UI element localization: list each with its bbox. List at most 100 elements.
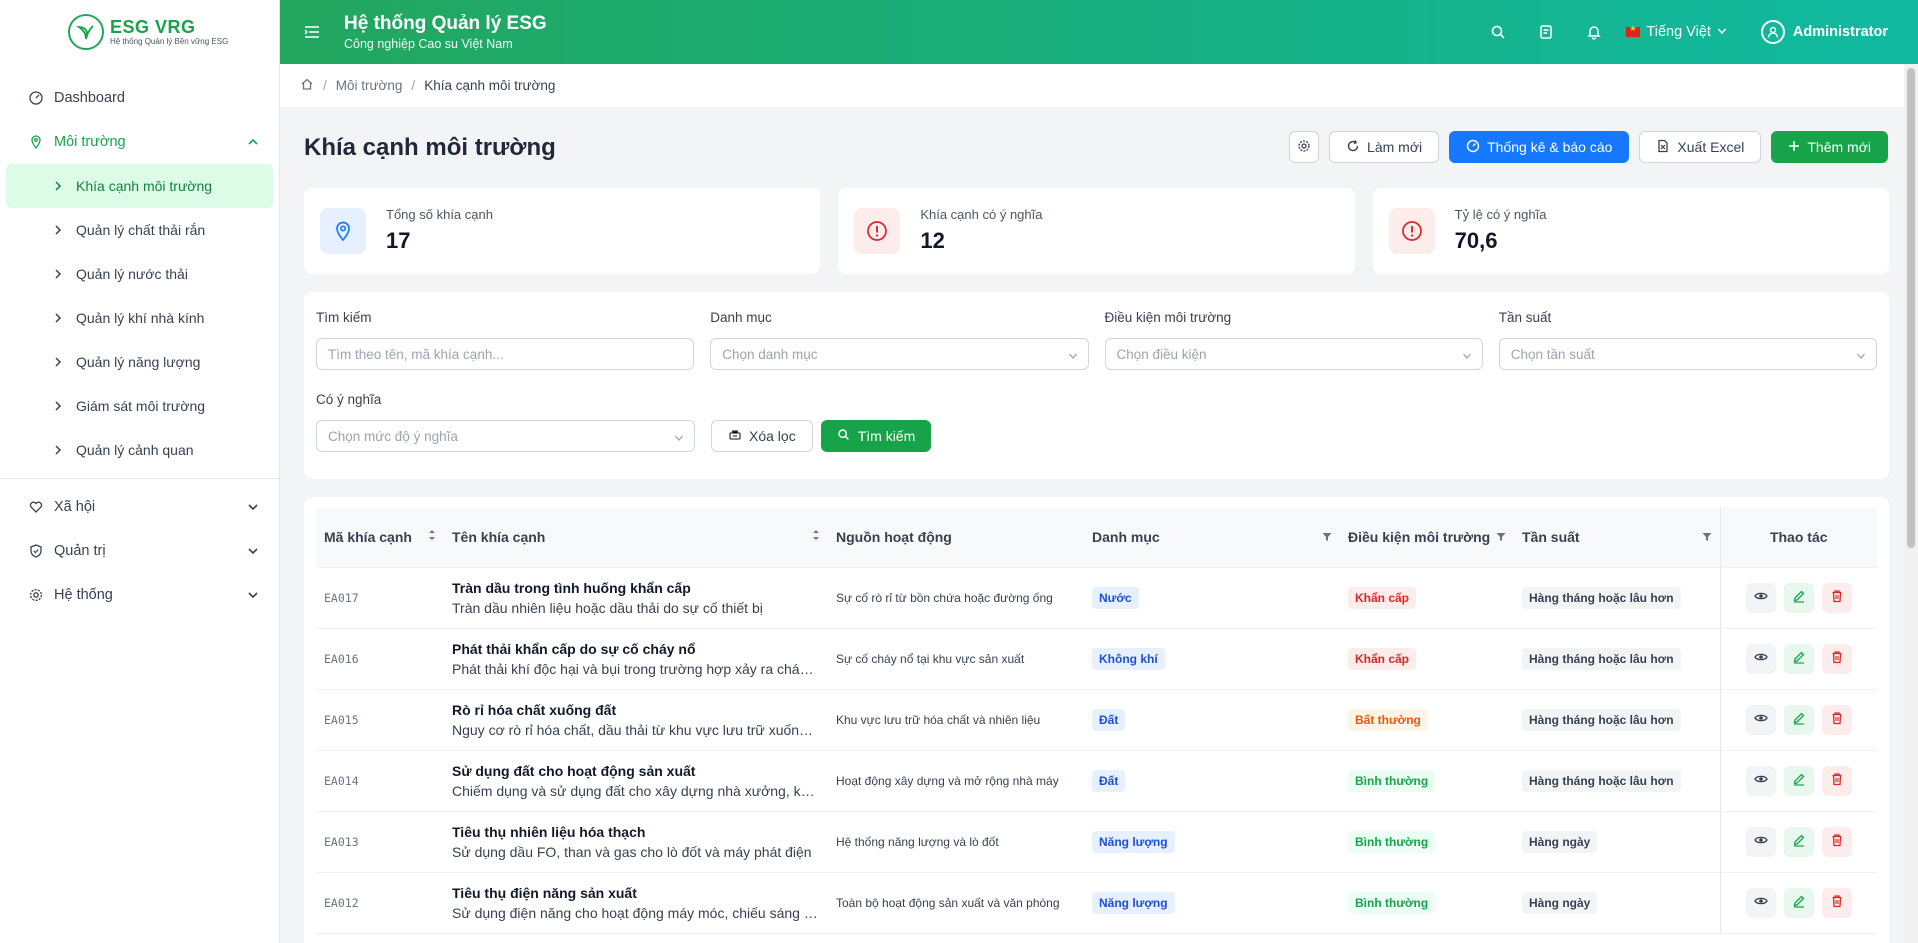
stat-label: Tỷ lệ có ý nghĩa xyxy=(1454,207,1547,222)
table-row[interactable]: EA015 Rò rỉ hóa chất xuống đất Nguy cơ r… xyxy=(316,689,1877,751)
edit-button[interactable] xyxy=(1783,826,1814,857)
sidebar-item-system[interactable]: Hệ thống xyxy=(0,573,279,617)
sidebar-item-dashboard[interactable]: Dashboard xyxy=(0,76,279,120)
condition-tag: Khẩn cấp xyxy=(1348,647,1417,670)
view-button[interactable] xyxy=(1745,643,1776,674)
table-row[interactable]: EA014 Sử dụng đất cho hoạt động sản xuất… xyxy=(316,750,1877,812)
view-button[interactable] xyxy=(1745,765,1776,796)
delete-button[interactable] xyxy=(1821,704,1852,735)
aspect-name[interactable]: Rò rỉ hóa chất xuống đất xyxy=(452,700,820,720)
stat-card-total: Tổng số khía cạnh 17 xyxy=(304,188,821,274)
edit-button[interactable] xyxy=(1783,704,1814,735)
sidebar-item-environment[interactable]: Môi trường xyxy=(0,120,279,164)
sidebar-item-label: Xã hội xyxy=(54,499,96,515)
column-actions-header: Thao tác xyxy=(1719,507,1877,568)
menu-toggle-icon[interactable] xyxy=(280,25,344,39)
add-new-button[interactable]: Thêm mới xyxy=(1771,131,1888,163)
aspect-description: Chiếm dụng và sử dụng đất cho xây dựng n… xyxy=(452,782,820,799)
top-header: Hệ thống Quản lý ESG Công nghiệp Cao su … xyxy=(280,0,1918,64)
export-excel-button[interactable]: Xuất Excel xyxy=(1639,131,1762,163)
table-row[interactable]: EA017 Tràn dầu trong tình huống khẩn cấp… xyxy=(316,567,1877,629)
cell-name: Tràn dầu trong tình huống khẩn cấp Tràn … xyxy=(444,567,828,629)
delete-button[interactable] xyxy=(1821,887,1852,918)
search-button[interactable]: Tìm kiếm xyxy=(820,420,932,452)
table-row[interactable]: EA013 Tiêu thụ nhiên liệu hóa thạch Sử d… xyxy=(316,811,1877,873)
frequency-select[interactable]: Chọn tần suất xyxy=(1498,338,1877,370)
cell-actions xyxy=(1719,811,1877,873)
aspect-name[interactable]: Tràn dầu trong tình huống khẩn cấp xyxy=(452,578,820,598)
filter-icon[interactable] xyxy=(1322,529,1332,545)
user-menu[interactable]: Administrator xyxy=(1760,20,1888,44)
column-condition-header[interactable]: Điều kiện môi trường xyxy=(1340,507,1514,568)
search-icon[interactable] xyxy=(1474,24,1522,40)
sidebar-subitem-landscape[interactable]: Quản lý cảnh quan xyxy=(0,428,279,472)
clear-filter-button[interactable]: Xóa lọc xyxy=(711,420,813,452)
cell-category: Đất xyxy=(1084,750,1340,812)
category-select[interactable]: Chọn danh mục xyxy=(710,338,1089,370)
aspect-name[interactable]: Sử dụng đất cho hoạt động sản xuất xyxy=(452,761,820,781)
cell-condition: Bất thường xyxy=(1340,689,1514,751)
aspect-name[interactable]: Tiêu thụ điện năng sản xuất xyxy=(452,883,820,903)
significance-select[interactable]: Chọn mức độ ý nghĩa xyxy=(316,420,695,452)
page-scrollbar[interactable] xyxy=(1904,64,1918,943)
filter-icon[interactable] xyxy=(1496,529,1506,545)
sidebar-subitem-wastewater[interactable]: Quản lý nước thải xyxy=(0,252,279,296)
category-placeholder: Chọn danh mục xyxy=(722,346,818,362)
sidebar-item-governance[interactable]: Quản trị xyxy=(0,529,279,573)
edit-button[interactable] xyxy=(1783,887,1814,918)
settings-button[interactable] xyxy=(1289,131,1320,163)
cell-frequency: Hàng tháng hoặc lâu hơn xyxy=(1514,750,1720,812)
sidebar-subitem-energy[interactable]: Quản lý năng lượng xyxy=(0,340,279,384)
sidebar-item-social[interactable]: Xã hội xyxy=(0,485,279,529)
sidebar-subitem-environmental-aspects[interactable]: Khía cạnh môi trường xyxy=(6,164,273,208)
edit-button[interactable] xyxy=(1783,643,1814,674)
sidebar-subitem-greenhouse-gas[interactable]: Quản lý khí nhà kính xyxy=(0,296,279,340)
search-input[interactable]: Tìm theo tên, mã khía cạnh... xyxy=(316,338,695,370)
sort-icon[interactable] xyxy=(812,528,820,545)
sidebar-subitem-monitoring[interactable]: Giám sát môi trường xyxy=(0,384,279,428)
chevron-right-icon xyxy=(54,444,64,456)
statistics-report-button[interactable]: Thống kê & báo cáo xyxy=(1449,131,1630,163)
column-category-header[interactable]: Danh mục xyxy=(1084,507,1340,568)
delete-button[interactable] xyxy=(1821,765,1852,796)
edit-button[interactable] xyxy=(1783,582,1814,613)
bell-icon[interactable] xyxy=(1570,24,1618,40)
scrollbar-thumb[interactable] xyxy=(1907,68,1915,548)
language-selector[interactable]: Tiếng Việt xyxy=(1626,24,1727,40)
brand-logo[interactable]: ESG VRG Hệ thống Quản lý Bền vững ESG xyxy=(0,0,279,64)
view-button[interactable] xyxy=(1745,704,1776,735)
aspect-code: EA013 xyxy=(324,835,359,849)
activity-source: Sự cố cháy nổ tại khu vực sản xuất xyxy=(836,652,1025,666)
column-name-header[interactable]: Tên khía cạnh xyxy=(444,507,828,568)
sidebar-item-label: Môi trường xyxy=(54,134,126,150)
aspect-name[interactable]: Phát thải khẩn cấp do sự cố cháy nổ xyxy=(452,639,820,659)
delete-button[interactable] xyxy=(1821,643,1852,674)
edit-button[interactable] xyxy=(1783,765,1814,796)
sidebar-subitem-solid-waste[interactable]: Quản lý chất thải rắn xyxy=(0,208,279,252)
cell-name: Rò rỉ hóa chất xuống đất Nguy cơ rò rỉ h… xyxy=(444,689,828,751)
delete-button[interactable] xyxy=(1821,826,1852,857)
sort-icon[interactable] xyxy=(428,528,436,545)
pencil-icon xyxy=(1792,833,1806,850)
condition-select[interactable]: Chọn điều kiện xyxy=(1104,338,1483,370)
dashboard-icon xyxy=(28,90,44,106)
filter-icon[interactable] xyxy=(1702,529,1712,545)
view-button[interactable] xyxy=(1745,887,1776,918)
task-list-icon[interactable] xyxy=(1522,24,1570,40)
column-frequency-header[interactable]: Tần suất xyxy=(1514,507,1720,568)
view-button[interactable] xyxy=(1745,826,1776,857)
chevron-down-icon xyxy=(1462,349,1472,364)
delete-button[interactable] xyxy=(1821,582,1852,613)
breadcrumb-parent[interactable]: Môi trường xyxy=(336,78,403,93)
frequency-tag: Hàng tháng hoặc lâu hơn xyxy=(1522,708,1681,731)
aspect-name[interactable]: Tiêu thụ nhiên liệu hóa thạch xyxy=(452,822,820,842)
table-row[interactable]: EA012 Tiêu thụ điện năng sản xuất Sử dụn… xyxy=(316,872,1877,934)
home-icon[interactable] xyxy=(300,77,314,94)
column-code-header[interactable]: Mã khía cạnh xyxy=(316,507,444,568)
table-row[interactable]: EA016 Phát thải khẩn cấp do sự cố cháy n… xyxy=(316,628,1877,690)
trash-icon xyxy=(1830,650,1844,667)
eye-icon xyxy=(1754,833,1768,850)
refresh-button[interactable]: Làm mới xyxy=(1329,131,1440,163)
significance-placeholder: Chọn mức độ ý nghĩa xyxy=(328,428,458,444)
view-button[interactable] xyxy=(1745,582,1776,613)
